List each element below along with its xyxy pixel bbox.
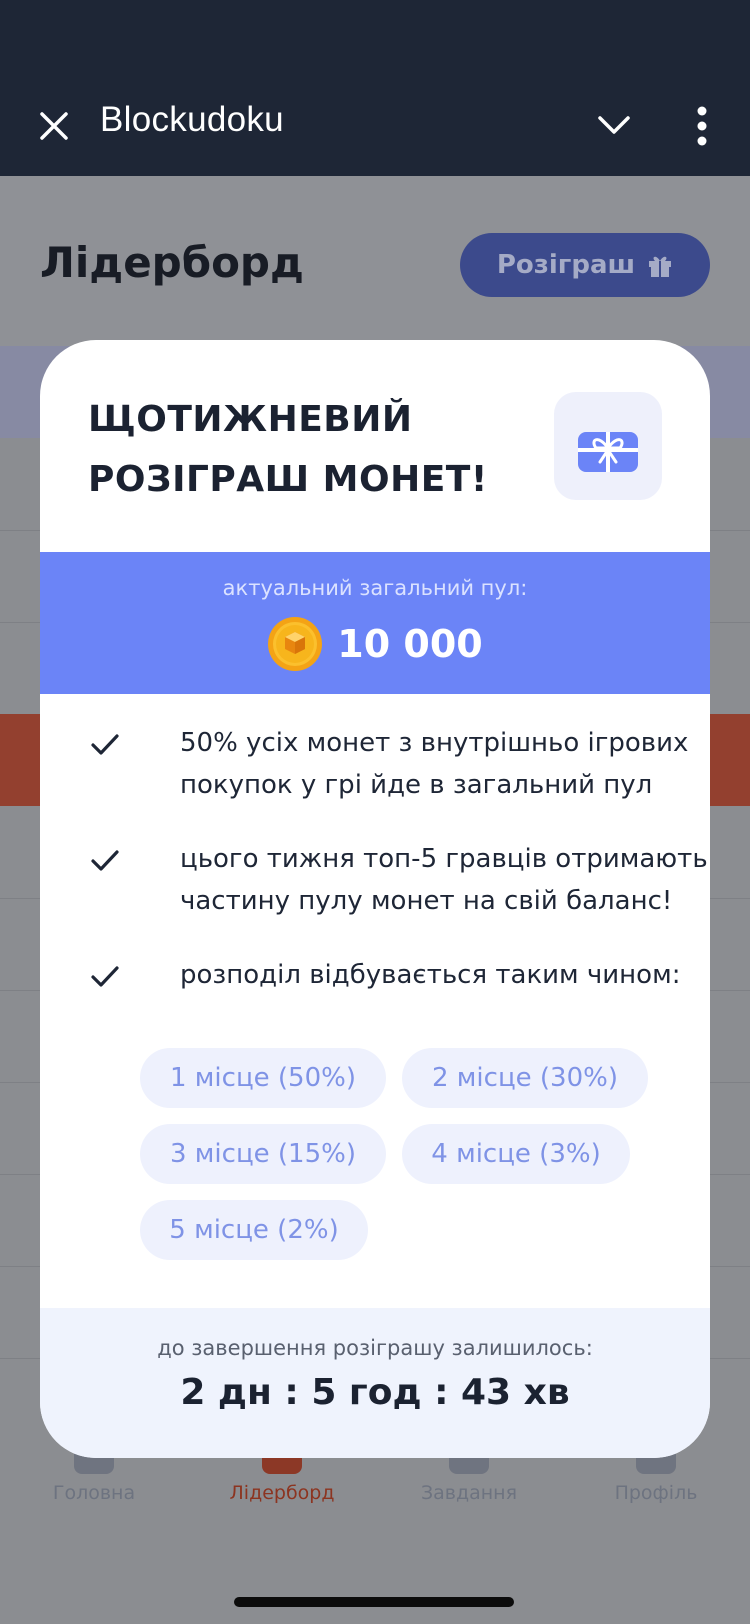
rule-text-line: розподіл відбувається таким чином: xyxy=(180,960,681,990)
place-chip: 2 місце (30%) xyxy=(402,1048,648,1108)
gift-icon xyxy=(649,256,672,277)
page-header: Лідерборд Розіграш xyxy=(0,176,750,346)
countdown-value: 2 дн : 5 год : 43 хв xyxy=(180,1372,570,1413)
place-chip: 3 місце (15%) xyxy=(140,1124,386,1184)
weekly-draw-modal: ЩОТИЖНЕВИЙ РОЗІГРАШ МОНЕТ! актуальний за… xyxy=(40,340,710,1458)
rule-text: розподіл відбувається таким чином: xyxy=(180,954,710,996)
pool-label: актуальний загальний пул: xyxy=(222,576,528,600)
place-chip: 1 місце (50%) xyxy=(140,1048,386,1108)
page-title: Лідерборд xyxy=(40,238,304,287)
place-chip: 4 місце (3%) xyxy=(402,1124,630,1184)
rule-text: цього тижня топ-5 гравців отримають част… xyxy=(180,838,710,922)
pool-panel: актуальний загальний пул: 10 000 xyxy=(40,552,710,694)
checkmark-icon xyxy=(91,850,119,871)
draw-button[interactable]: Розіграш xyxy=(460,233,710,297)
modal-title: ЩОТИЖНЕВИЙ РОЗІГРАШ МОНЕТ! xyxy=(88,390,488,510)
rule-text-line: 50% усіх монет з внутрішньо ігрових xyxy=(180,728,689,758)
countdown-panel: до завершення розіграшу залишилось: 2 дн… xyxy=(40,1308,710,1458)
modal-title-line: РОЗІГРАШ МОНЕТ! xyxy=(88,459,488,500)
tab-label: Головна xyxy=(52,1482,136,1504)
countdown-label: до завершення розіграшу залишилось: xyxy=(157,1336,593,1360)
rule-text-line: частину пулу монет на свій баланс! xyxy=(180,886,673,916)
tab-label: Лідерборд xyxy=(229,1482,335,1504)
rule-text: 50% усіх монет з внутрішньо ігрових поку… xyxy=(180,722,710,806)
close-icon[interactable] xyxy=(34,106,74,146)
home-indicator[interactable] xyxy=(234,1597,514,1607)
tab-label: Профіль xyxy=(614,1482,698,1504)
more-vertical-icon[interactable] xyxy=(692,104,712,148)
coin-icon xyxy=(268,617,323,671)
app-title: Blockudoku xyxy=(100,100,284,139)
pool-value-row: 10 000 xyxy=(40,616,710,672)
modal-title-line: ЩОТИЖНЕВИЙ xyxy=(88,399,413,440)
draw-button-label: Розіграш xyxy=(496,250,636,280)
gift-badge xyxy=(554,392,662,500)
gift-icon xyxy=(578,432,638,472)
place-chip: 5 місце (2%) xyxy=(140,1200,368,1260)
rule-text-line: цього тижня топ-5 гравців отримають xyxy=(180,844,708,874)
chevron-down-icon[interactable] xyxy=(594,108,634,144)
checkmark-icon xyxy=(91,734,119,755)
tab-label: Завдання xyxy=(420,1482,518,1504)
pool-value: 10 000 xyxy=(337,622,483,666)
rule-text-line: покупок у грі йде в загальний пул xyxy=(180,770,653,800)
checkmark-icon xyxy=(91,966,119,987)
app-bar: Blockudoku xyxy=(0,0,750,176)
